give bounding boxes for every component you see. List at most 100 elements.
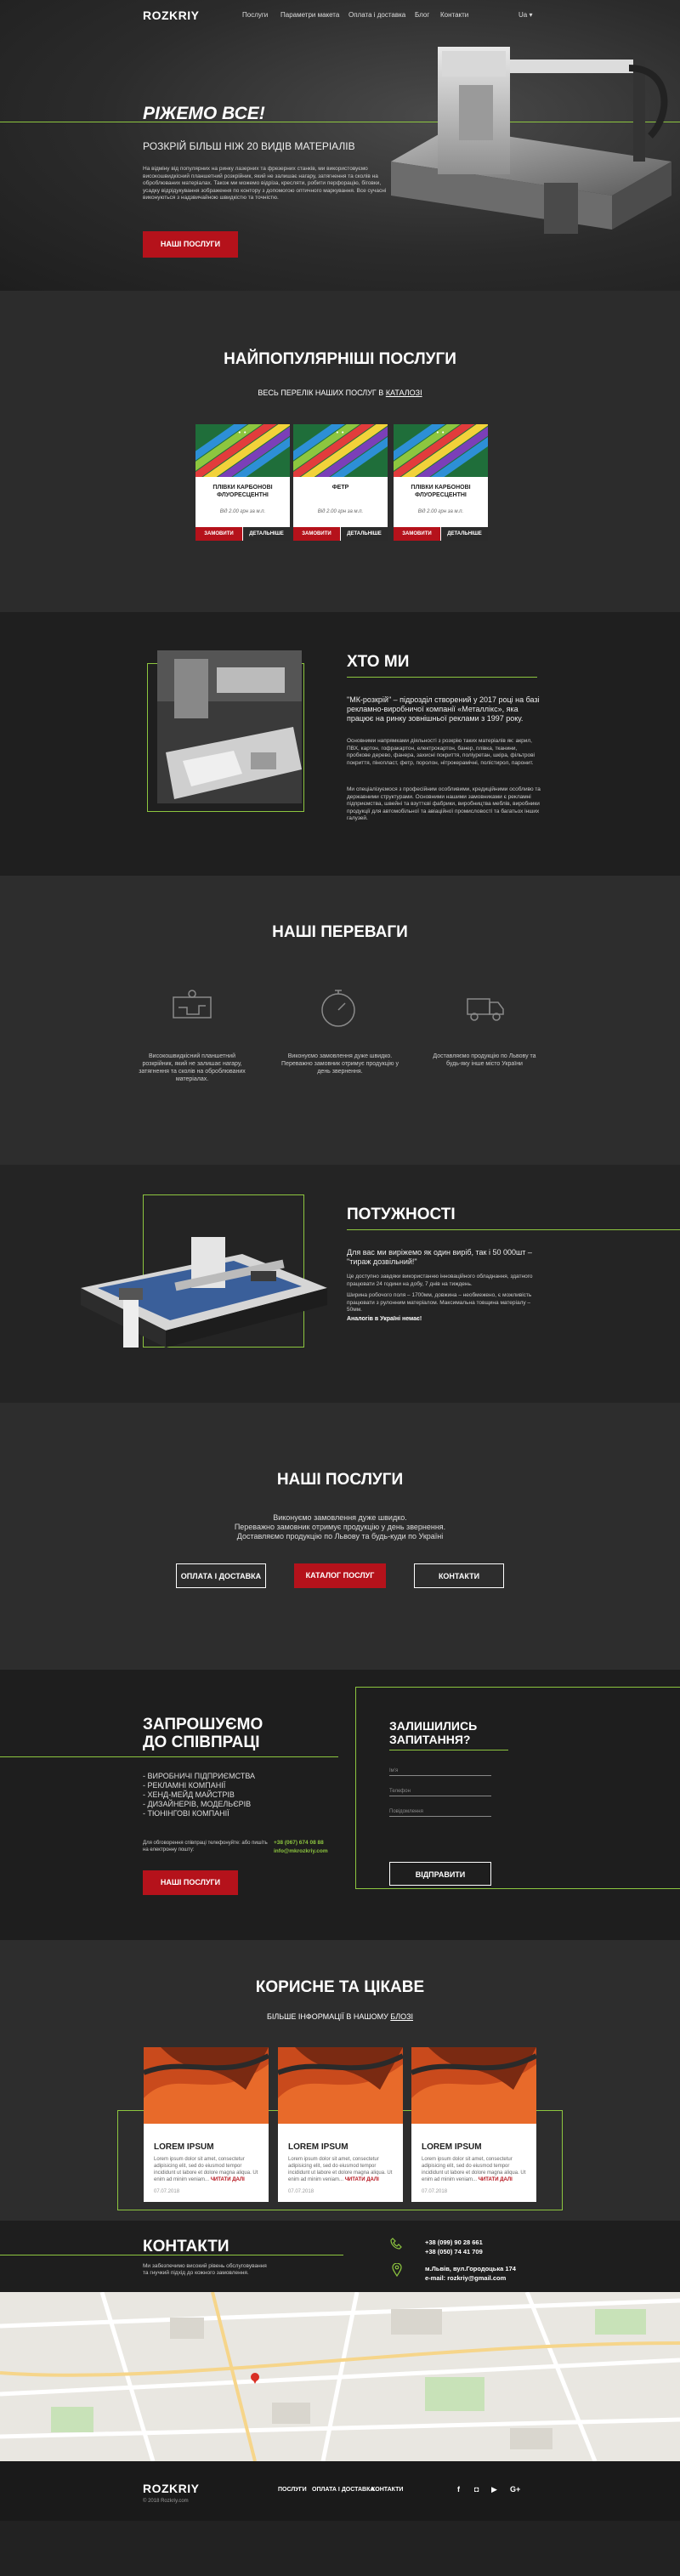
contacts-phone-2[interactable]: +38 (050) 74 41 709 [425, 2248, 483, 2255]
about-section: ХТО МИ "МК-розкрій" – підрозділ створени… [0, 612, 680, 876]
send-button[interactable]: ВІДПРАВИТИ [389, 1862, 491, 1886]
coop-email[interactable]: info@mkrozkriy.com [274, 1848, 328, 1854]
about-title-underline [347, 677, 537, 678]
flatbed-cutter-image [81, 1237, 327, 1348]
location-map[interactable] [0, 2292, 680, 2461]
coop-title-line: ЗАПРОШУЄМО [143, 1716, 264, 1733]
blog-card[interactable]: LOREM IPSUM Lorem ipsum dolor sit amet, … [278, 2047, 403, 2202]
contacts-text: Ми забезпечимо високий рівень обслуговув… [143, 2263, 267, 2276]
details-button[interactable]: ДЕТАЛЬНІШЕ [441, 527, 488, 541]
footer-nav-payment[interactable]: ОПЛАТА І ДОСТАВКА [312, 2487, 374, 2493]
contacts-title: КОНТАКТИ [143, 2238, 230, 2255]
language-select[interactable]: Ua ▾ [518, 11, 532, 19]
about-paragraph-1: Основними напрямками діяльності з розкрі… [347, 738, 535, 766]
coop-phone[interactable]: +38 (067) 674 08 88 [274, 1840, 324, 1846]
svg-text:• •: • • [436, 429, 445, 436]
nav-payment-delivery[interactable]: Оплата і доставка [348, 11, 405, 19]
advantages-title: НАШІ ПЕРЕВАГИ [272, 923, 408, 941]
about-lead: "МК-розкрій" – підрозділ створений у 201… [347, 695, 540, 723]
advantage-text: Доставляємо продукцію по Львову та будь-… [433, 1053, 536, 1067]
form-title: ЗАЛИШИЛИСЬ ЗАПИТАННЯ? [389, 1719, 477, 1746]
catalog-button[interactable]: КАТАЛОГ ПОСЛУГ [294, 1563, 386, 1588]
catalog-link[interactable]: КАТАЛОЗІ [386, 389, 422, 397]
blog-card-title: LOREM IPSUM [154, 2142, 214, 2152]
capacity-title-underline [347, 1229, 680, 1230]
details-button[interactable]: ДЕТАЛЬНІШЕ [341, 527, 388, 541]
list-item: - ДИЗАЙНЕРІВ, МОДЕЛЬЄРІВ [143, 1800, 252, 1808]
blog-link[interactable]: БЛОЗІ [390, 2012, 413, 2021]
coop-services-button[interactable]: НАШІ ПОСЛУГИ [143, 1870, 238, 1895]
blog-card[interactable]: LOREM IPSUM Lorem ipsum dolor sit amet, … [144, 2047, 269, 2202]
map-image [0, 2292, 680, 2461]
footer-nav-services[interactable]: ПОСЛУГИ [278, 2487, 307, 2493]
hero-section: РІЖЕМО ВСЕ! РОЗКРІЙ БІЛЬШ НІЖ 20 ВИДІВ М… [0, 0, 680, 291]
message-field[interactable]: Повідомлення [389, 1809, 491, 1817]
instagram-icon[interactable]: ◘ [474, 2485, 479, 2494]
coop-title: ЗАПРОШУЄМО ДО СПІВПРАЦІ [143, 1716, 263, 1751]
advantages-section: НАШІ ПЕРЕВАГИ Високошвидкісний планшетни… [0, 876, 680, 1165]
coop-contact-text: Для обговорення співпраці телефонуйте: а… [143, 1841, 268, 1853]
blog-card-date: 07.07.2018 [288, 2189, 314, 2194]
service-card: • • ПЛІВКИ КАРБОНОВІ ФЛУОРЕСЦЕНТНІ Від 2… [196, 424, 290, 541]
service-card: • • ФЕТР Від 2.00 грн за м.п. ЗАМОВИТИ Д… [293, 424, 388, 541]
coop-divider [0, 1756, 338, 1757]
svg-text:• •: • • [238, 429, 246, 436]
blog-card-text: Lorem ipsum dolor sit amet, consectetur … [288, 2156, 394, 2183]
site-footer: ROZKRIY © 2018 Rozkriy.com ПОСЛУГИ ОПЛАТ… [0, 2461, 680, 2521]
our-services-line: Виконуємо замовлення дуже швидко. [273, 1513, 407, 1522]
cutter-machine-image [391, 47, 672, 234]
felt-image: • • [293, 424, 388, 477]
logo[interactable]: ROZKRIY [143, 9, 200, 22]
advantage-text: Виконуємо замовлення дуже швидко. Перева… [281, 1053, 399, 1075]
list-item: - ВИРОБНИЧІ ПІДПРИЄМСТВА [143, 1772, 256, 1780]
order-button[interactable]: ЗАМОВИТИ [196, 527, 242, 541]
nav-services[interactable]: Послуги [242, 11, 268, 19]
hero-services-button[interactable]: НАШІ ПОСЛУГИ [143, 231, 238, 258]
list-item: - РЕКЛАМНІ КОМПАНІЇ [143, 1781, 226, 1790]
location-pin-icon [392, 2263, 402, 2277]
nav-contacts[interactable]: Контакти [440, 11, 468, 19]
footer-logo[interactable]: ROZKRIY [143, 2482, 200, 2495]
service-card-price: Від 2.00 грн за м.п. [417, 509, 464, 514]
about-title: ХТО МИ [347, 653, 410, 671]
contacts-button[interactable]: КОНТАКТИ [414, 1563, 504, 1588]
blog-card-image [278, 2047, 403, 2124]
service-card-title: ФЕТР [332, 485, 349, 491]
facebook-icon[interactable]: f [457, 2485, 460, 2494]
youtube-icon[interactable]: ▶ [491, 2485, 497, 2494]
nav-layout-params[interactable]: Параметри макета [280, 11, 339, 19]
contacts-phone-1[interactable]: +38 (099) 90 28 661 [425, 2238, 483, 2246]
blog-subtitle-text: БІЛЬШЕ ІНФОРМАЦІЇ В НАШОМУ [266, 2012, 391, 2021]
our-services-title: НАШІ ПОСЛУГИ [276, 1471, 404, 1489]
name-field[interactable]: Ім'я [389, 1768, 491, 1776]
our-services-text: Виконуємо замовлення дуже швидко. Перева… [0, 1513, 680, 1541]
list-item: - ХЕНД-МЕЙД МАЙСТРІВ [143, 1790, 235, 1799]
stopwatch-icon [321, 990, 355, 1027]
service-card-title: ПЛІВКИ КАРБОНОВІ ФЛУОРЕСЦЕНТНІ [411, 485, 471, 498]
list-item: - ТЮНІНГОВІ КОМПАНІЇ [143, 1809, 230, 1818]
read-more-link[interactable]: ЧИТАТИ ДАЛІ [479, 2177, 513, 2182]
phone-field[interactable]: Телефон [389, 1789, 491, 1796]
google-plus-icon[interactable]: G+ [510, 2485, 520, 2494]
blog-title: КОРИСНЕ ТА ЦІКАВЕ [255, 1978, 425, 1996]
read-more-link[interactable]: ЧИТАТИ ДАЛІ [345, 2177, 379, 2182]
contacts-section: КОНТАКТИ Ми забезпечимо високий рівень о… [0, 2221, 680, 2292]
our-services-line: Переважно замовник отримує продукцію у д… [234, 1523, 446, 1531]
contacts-email[interactable]: e-mail: rozkriy@gmail.com [425, 2274, 506, 2282]
read-more-link[interactable]: ЧИТАТИ ДАЛІ [211, 2177, 245, 2182]
blog-card[interactable]: LOREM IPSUM Lorem ipsum dolor sit amet, … [411, 2047, 536, 2202]
details-button[interactable]: ДЕТАЛЬНІШЕ [243, 527, 290, 541]
blog-card-text: Lorem ipsum dolor sit amet, consectetur … [154, 2156, 259, 2183]
contacts-address: м.Львів, вул.Городоцька 174 [425, 2265, 516, 2272]
nav-blog[interactable]: Блог [415, 11, 429, 19]
blog-card-image [144, 2047, 269, 2124]
services-subtitle-text: ВЕСЬ ПЕРЕЛІК НАШИХ ПОСЛУГ В [258, 389, 386, 397]
about-photo [157, 650, 302, 803]
payment-delivery-button[interactable]: ОПЛАТА І ДОСТАВКА [176, 1563, 266, 1588]
footer-nav-contacts[interactable]: КОНТАКТИ [371, 2487, 403, 2493]
service-card-price: Від 2.00 грн за м.п. [317, 509, 364, 514]
order-button[interactable]: ЗАМОВИТИ [293, 527, 340, 541]
carbon-film-image: • • [196, 424, 290, 477]
about-paragraph-2: Ми спеціалізуємося з професійним особлив… [347, 786, 541, 821]
order-button[interactable]: ЗАМОВИТИ [394, 527, 440, 541]
